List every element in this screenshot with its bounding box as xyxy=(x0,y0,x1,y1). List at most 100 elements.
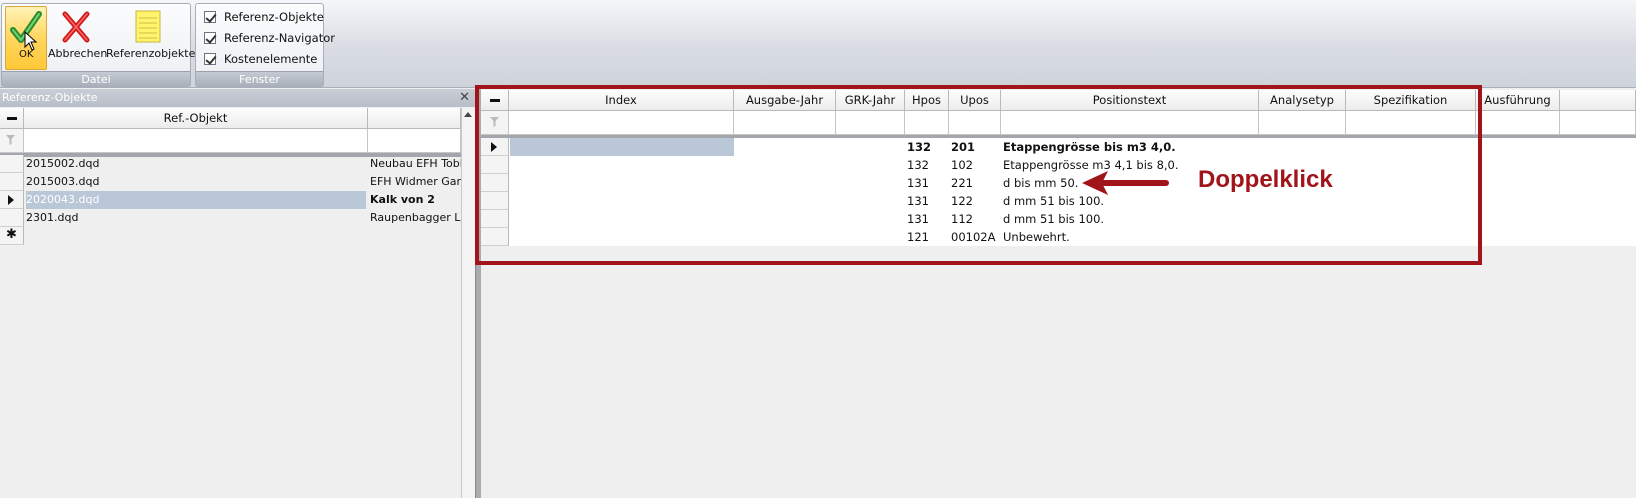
column-header-ausgabe-jahr[interactable]: Ausgabe-Jahr xyxy=(734,90,836,111)
table-row[interactable]: 2015002.dqd Neubau EFH Tobler xyxy=(0,155,461,173)
notepad-icon xyxy=(135,10,161,43)
column-header-name[interactable] xyxy=(368,108,461,129)
row-file: 2301.dqd xyxy=(26,211,79,224)
column-header-spezifikation[interactable]: Spezifikation xyxy=(1346,90,1476,111)
filter-input-index[interactable] xyxy=(509,111,734,135)
row-indicator[interactable] xyxy=(0,155,24,173)
filter-input-upos[interactable] xyxy=(949,111,1001,135)
row-indicator[interactable] xyxy=(481,174,509,192)
filter-input-hpos[interactable] xyxy=(905,111,949,135)
arrow-left-icon xyxy=(1082,171,1169,195)
group-label-datei: Datei xyxy=(2,71,190,86)
collapse-column-header[interactable] xyxy=(0,108,24,129)
scroll-up-arrow-icon[interactable] xyxy=(464,112,472,117)
checkbox-checked-icon xyxy=(204,53,216,65)
minus-icon xyxy=(7,117,17,120)
row-file: 2020043.dqd xyxy=(26,191,366,209)
filter-input-positionstext[interactable] xyxy=(1001,111,1259,135)
column-header-ref-objekt[interactable]: Ref.-Objekt xyxy=(24,108,368,129)
column-header-extra[interactable] xyxy=(1560,90,1636,111)
cell-hpos: 121 xyxy=(907,230,929,244)
table-row[interactable]: 121 00102A Unbewehrt. xyxy=(481,228,1636,246)
cell-index-focused[interactable] xyxy=(510,138,734,156)
column-header-upos[interactable]: Upos xyxy=(949,90,1001,111)
filter-input-analysetyp[interactable] xyxy=(1259,111,1346,135)
new-row[interactable]: ✱ xyxy=(0,227,461,245)
filter-input-ausgabe-jahr[interactable] xyxy=(734,111,836,135)
cell-hpos: 132 xyxy=(907,140,932,154)
vertical-scrollbar[interactable] xyxy=(461,108,475,498)
row-indicator[interactable] xyxy=(481,210,509,228)
row-indicator[interactable] xyxy=(481,138,509,156)
column-header-ausfuehrung[interactable]: Ausführung xyxy=(1476,90,1560,111)
ok-button-label: OK xyxy=(19,49,34,60)
filter-input-name[interactable] xyxy=(368,129,461,153)
minus-icon xyxy=(490,99,500,102)
filter-indicator xyxy=(481,111,509,135)
ribbon-group-fenster: Referenz-Objekte Referenz-Navigator Kost… xyxy=(195,3,335,87)
table-row[interactable]: 131 221 d bis mm 50. xyxy=(481,174,1636,192)
close-icon xyxy=(62,11,90,43)
cell-upos: 102 xyxy=(951,158,973,172)
cell-hpos: 131 xyxy=(907,176,929,190)
checkbox-checked-icon xyxy=(204,11,216,23)
cell-positionstext: Unbewehrt. xyxy=(1003,230,1070,244)
column-header-index[interactable]: Index xyxy=(509,90,734,111)
row-indicator[interactable] xyxy=(0,173,24,191)
table-row[interactable]: 2301.dqd Raupenbagger Lieb xyxy=(0,209,461,227)
cell-hpos: 132 xyxy=(907,158,929,172)
current-row-arrow-icon xyxy=(8,195,14,205)
row-file: 2015003.dqd xyxy=(26,175,100,188)
panel-title: Referenz-Objekte ✕ xyxy=(0,89,475,107)
close-icon[interactable]: ✕ xyxy=(459,89,470,107)
reference-objects-button[interactable]: Referenzobjekte xyxy=(106,6,196,70)
column-header-grk-jahr[interactable]: GRK-Jahr xyxy=(836,90,905,111)
cell-upos: 221 xyxy=(951,176,973,190)
cancel-button-label: Abbrechen xyxy=(48,47,108,60)
table-row[interactable]: 131 112 d mm 51 bis 100. xyxy=(481,210,1636,228)
checkbox-label: Referenz-Objekte xyxy=(224,10,324,24)
row-name: Kalk von 2 xyxy=(370,193,435,206)
filter-input-grk-jahr[interactable] xyxy=(836,111,905,135)
checkbox-referenz-navigator[interactable]: Referenz-Navigator xyxy=(204,29,335,47)
panel-title-text: Referenz-Objekte xyxy=(2,91,98,104)
filter-input-extra[interactable] xyxy=(1560,111,1636,135)
filter-input-ref-objekt[interactable] xyxy=(24,129,368,153)
filter-input-ausfuehrung[interactable] xyxy=(1476,111,1560,135)
row-indicator[interactable] xyxy=(481,228,509,246)
cell-upos: 201 xyxy=(951,140,976,154)
table-row[interactable]: 131 122 d mm 51 bis 100. xyxy=(481,192,1636,210)
checkbox-kostenelemente[interactable]: Kostenelemente xyxy=(204,50,317,68)
positions-grid-panel: Index Ausgabe-Jahr GRK-Jahr Hpos Upos Po… xyxy=(481,89,1636,498)
row-indicator[interactable] xyxy=(0,209,24,227)
table-row[interactable]: 2015003.dqd EFH Widmer Garten xyxy=(0,173,461,191)
filter-input-spezifikation[interactable] xyxy=(1346,111,1476,135)
checkbox-checked-icon xyxy=(204,32,216,44)
cancel-button[interactable]: Abbrechen xyxy=(48,6,108,70)
collapse-column-header[interactable] xyxy=(481,90,509,111)
table-row-current[interactable]: 132 201 Etappengrösse bis m3 4,0. xyxy=(481,138,1636,156)
row-file: 2015002.dqd xyxy=(26,157,100,170)
row-name: Neubau EFH Tobler xyxy=(370,157,461,170)
row-indicator[interactable] xyxy=(0,191,24,209)
cell-positionstext: Etappengrösse bis m3 4,0. xyxy=(1003,140,1176,154)
row-indicator[interactable]: ✱ xyxy=(0,227,24,245)
row-indicator[interactable] xyxy=(481,156,509,174)
column-header-analysetyp[interactable]: Analysetyp xyxy=(1259,90,1346,111)
row-indicator[interactable] xyxy=(481,192,509,210)
table-row[interactable]: 132 102 Etappengrösse m3 4,1 bis 8,0. xyxy=(481,156,1636,174)
reference-objects-panel: Referenz-Objekte ✕ Ref.-Objekt 2015002.d… xyxy=(0,89,475,498)
table-row-selected[interactable]: 2020043.dqd Kalk von 2 xyxy=(0,191,461,209)
cell-hpos: 131 xyxy=(907,212,929,226)
cursor-icon xyxy=(24,31,38,51)
row-name: EFH Widmer Garten xyxy=(370,175,461,188)
checkbox-referenz-objekte[interactable]: Referenz-Objekte xyxy=(204,8,324,26)
filter-indicator xyxy=(0,129,24,153)
column-header-hpos[interactable]: Hpos xyxy=(905,90,949,111)
ok-button[interactable]: OK xyxy=(5,6,47,70)
ribbon-group-datei: OK Abbrechen Referenzobjekte Datei xyxy=(1,3,196,87)
reference-objects-button-label: Referenzobjekte xyxy=(106,47,196,60)
annotation-label: Doppelklick xyxy=(1198,166,1333,193)
column-header-positionstext[interactable]: Positionstext xyxy=(1001,90,1259,111)
cell-upos: 112 xyxy=(951,212,973,226)
